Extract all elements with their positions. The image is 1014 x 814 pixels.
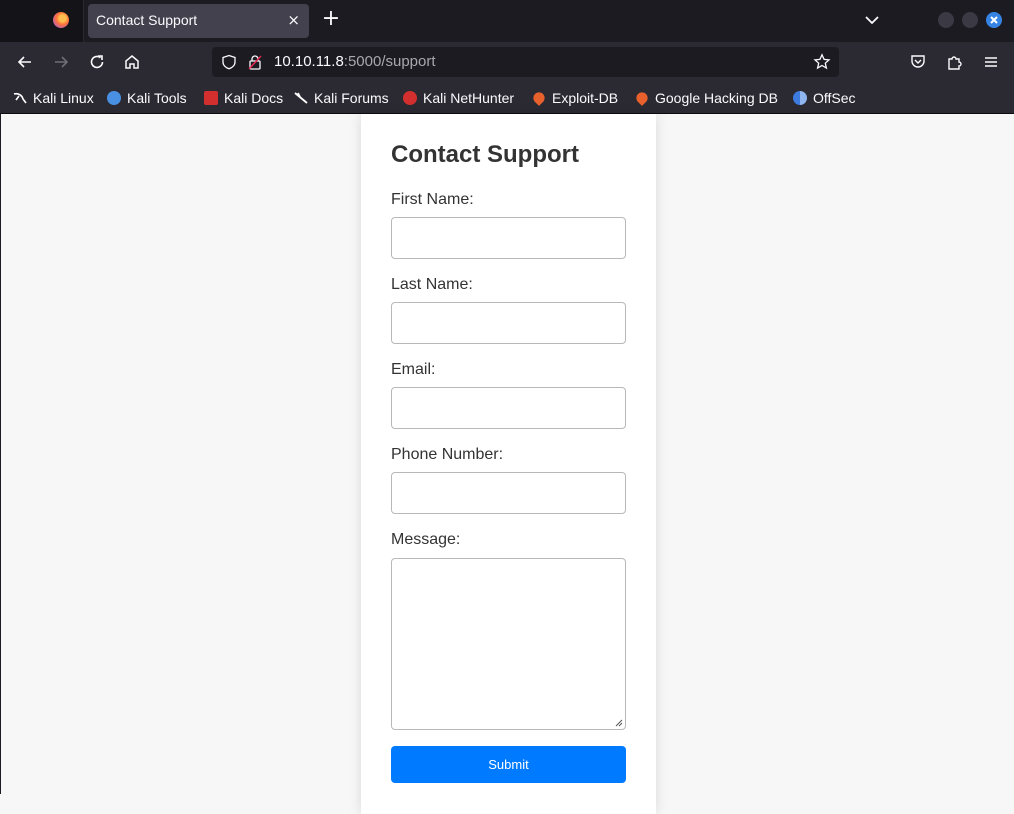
app-menu-button[interactable] <box>981 52 1001 72</box>
message-label: Message: <box>391 531 461 548</box>
reload-icon <box>90 55 104 69</box>
extensions-button[interactable] <box>945 52 965 72</box>
new-tab-button[interactable]: + <box>321 8 341 31</box>
email-input[interactable] <box>391 387 626 429</box>
url-bar[interactable]: 10.10.11.8:5000/support <box>212 47 839 77</box>
bookmark-label: Kali Tools <box>127 90 187 106</box>
bookmarks-toolbar: Kali Linux Kali Tools Kali Docs Kali For… <box>0 82 1014 114</box>
firefox-icon <box>53 12 69 28</box>
first-name-label: First Name: <box>391 191 474 208</box>
kali-dragon-icon <box>13 91 27 105</box>
first-name-input[interactable] <box>391 217 626 259</box>
bookmark-kali-nethunter[interactable]: Kali NetHunter <box>403 89 514 107</box>
browser-chrome: Contact Support × + 10.10.11.8:5000/supp <box>0 0 1014 114</box>
email-label: Email: <box>391 361 436 378</box>
bookmark-label: Kali Linux <box>33 90 94 106</box>
contact-form-card: Contact Support First Name: Last Name: E… <box>361 114 656 814</box>
home-button[interactable] <box>122 52 142 72</box>
kali-tools-icon <box>107 91 121 105</box>
url-text[interactable]: 10.10.11.8:5000/support <box>274 53 436 70</box>
close-window-button[interactable] <box>986 12 1002 28</box>
minimize-button[interactable] <box>938 12 954 28</box>
bookmark-kali-forums[interactable]: Kali Forums <box>294 89 389 107</box>
puzzle-piece-icon <box>948 56 962 70</box>
tab-contact-support[interactable]: Contact Support × <box>88 4 309 38</box>
message-textarea[interactable] <box>391 558 626 730</box>
forward-button[interactable] <box>51 52 71 72</box>
last-name-label: Last Name: <box>391 276 473 293</box>
hamburger-menu-icon <box>985 57 997 67</box>
nav-bar: 10.10.11.8:5000/support <box>0 42 1014 82</box>
kali-docs-icon <box>204 91 218 105</box>
pocket-button[interactable] <box>908 52 928 72</box>
bookmark-google-hacking-db[interactable]: Google Hacking DB <box>634 89 778 107</box>
bookmark-star-icon[interactable] <box>813 53 831 71</box>
kali-forums-icon <box>294 91 308 105</box>
bookmark-exploit-db[interactable]: Exploit-DB <box>531 89 619 107</box>
last-name-input[interactable] <box>391 302 626 344</box>
pocket-icon <box>911 55 925 68</box>
resize-grip-icon[interactable] <box>615 719 623 727</box>
tab-list-chevron-icon[interactable] <box>862 10 882 30</box>
bookmark-kali-tools[interactable]: Kali Tools <box>107 89 187 107</box>
bookmark-label: OffSec <box>813 90 856 106</box>
ghdb-icon <box>634 90 650 106</box>
bookmark-label: Kali NetHunter <box>423 90 515 106</box>
bookmark-label: Kali Forums <box>314 90 389 106</box>
offsec-icon <box>793 91 807 105</box>
tab-title: Contact Support <box>96 12 198 28</box>
bookmark-offsec[interactable]: OffSec <box>793 89 856 107</box>
phone-number-label: Phone Number: <box>391 446 504 463</box>
kali-nethunter-icon <box>403 91 417 105</box>
bookmark-label: Exploit-DB <box>552 90 619 106</box>
submit-button[interactable]: Submit <box>391 746 626 783</box>
url-path: :5000/support <box>343 53 436 70</box>
page-title: Contact Support <box>391 141 579 168</box>
bookmark-kali-docs[interactable]: Kali Docs <box>204 89 283 107</box>
forward-arrow-icon <box>55 56 69 68</box>
maximize-button[interactable] <box>962 12 978 28</box>
tab-close-icon[interactable]: × <box>287 11 300 29</box>
shield-icon[interactable] <box>221 54 237 70</box>
page-content: Contact Support First Name: Last Name: E… <box>0 114 1014 814</box>
bookmark-kali-linux[interactable]: Kali Linux <box>13 89 94 107</box>
bookmark-label: Google Hacking DB <box>655 90 778 106</box>
back-arrow-icon <box>17 56 31 68</box>
phone-number-input[interactable] <box>391 472 626 514</box>
bookmark-label: Kali Docs <box>224 90 284 106</box>
exploit-db-icon <box>531 90 547 106</box>
back-button[interactable] <box>15 52 35 72</box>
url-host: 10.10.11.8 <box>274 53 344 70</box>
reload-button[interactable] <box>87 52 107 72</box>
home-icon <box>125 55 139 69</box>
tab-bar-left <box>0 0 84 42</box>
close-icon <box>990 16 998 24</box>
insecure-lock-icon[interactable] <box>248 54 262 70</box>
tab-bar: Contact Support × + <box>0 0 1014 42</box>
